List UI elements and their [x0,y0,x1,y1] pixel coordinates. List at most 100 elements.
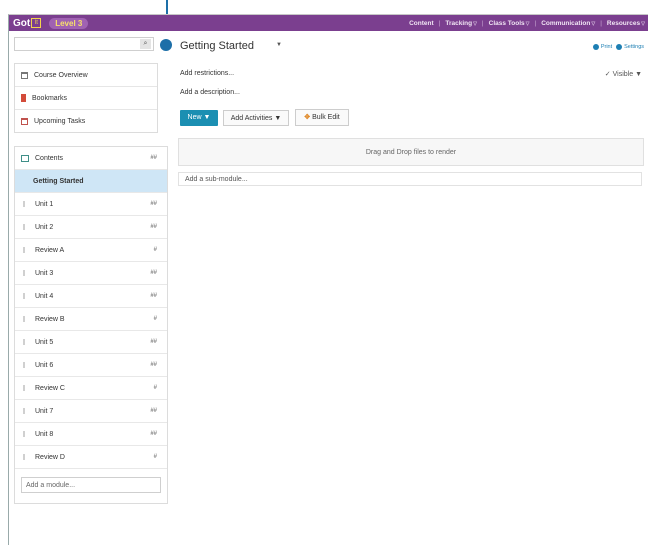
add-module-input[interactable]: Add a module... [21,477,161,493]
toc-item-count: ## [150,362,157,368]
drag-handle-icon[interactable] [23,454,25,460]
toc-item-label: Review B [35,315,65,323]
drag-handle-icon[interactable] [23,224,25,230]
drag-handle-icon[interactable] [23,247,25,253]
chevron-down-icon: ▽ [473,20,477,27]
toc-item-label: Unit 7 [35,407,54,415]
toc-item-label: Unit 2 [35,223,54,231]
bookmark-icon [21,94,26,102]
toc-header[interactable]: Contents ## [15,147,167,170]
logo-text: Got [13,17,31,29]
print-icon [592,44,599,50]
nav-separator: | [438,19,441,27]
level-badge[interactable]: Level 3 [49,17,89,29]
toc-item-count: # [153,385,157,391]
logo-mark: It [31,18,42,28]
chevron-down-icon: ▽ [591,20,596,27]
settings-icon [616,44,623,50]
nav-resources[interactable]: Resources▽ [607,20,645,27]
toc-item-getting-started[interactable]: Getting Started [15,170,167,193]
nav-class-tools-label: Class Tools [488,19,525,27]
add-sub-module-input[interactable]: Add a sub-module... [178,172,642,186]
toc-item[interactable]: Unit 1 ## [15,193,167,216]
toc-item-count: # [153,247,157,253]
toc-item[interactable]: Unit 8 ## [15,423,167,446]
toc-item-label: Getting Started [33,177,84,185]
toc-item-label: Unit 4 [35,292,54,300]
toc-item[interactable]: Unit 4 ## [15,285,167,308]
nav-links: Content | Tracking▽ | Class Tools▽ | Com… [409,15,645,31]
toc-item[interactable]: Review A # [15,239,167,262]
search-input[interactable]: ⌕ [14,37,154,51]
bulk-edit-icon: ✥ [304,114,311,121]
title-options-chevron-icon[interactable]: ▼ [276,42,282,48]
visibility-toggle[interactable]: ✓ Visible ▼ [605,70,642,78]
drag-handle-icon[interactable] [23,293,25,299]
toc-header-count: ## [150,155,157,161]
add-activities-label: Add Activities [230,115,273,122]
settings-link[interactable]: Settings [624,44,644,50]
page-title: Getting Started [180,40,254,52]
nav-class-tools[interactable]: Class Tools▽ [489,20,530,27]
toc-item-count: ## [150,339,157,345]
toc-item-count: # [153,454,157,460]
file-drop-zone[interactable]: Drag and Drop files to render [178,138,644,166]
add-description-link[interactable]: Add a description... [180,89,240,96]
nav-tracking-label: Tracking [445,19,473,27]
toc-item[interactable]: Unit 5 ## [15,331,167,354]
toc-item[interactable]: Unit 7 ## [15,400,167,423]
drag-handle-icon[interactable] [23,339,25,345]
contents-icon [21,154,29,162]
new-button[interactable]: New ▼ [180,110,218,126]
quick-link-label: Bookmarks [32,94,68,102]
add-restrictions-link[interactable]: Add restrictions... [180,70,234,77]
toc-item[interactable]: Review C # [15,377,167,400]
logo[interactable]: Got It [13,17,42,29]
chevron-down-icon: ▽ [525,20,530,27]
drag-handle-icon[interactable] [23,431,25,437]
toc-item[interactable]: Unit 2 ## [15,216,167,239]
bulk-edit-button[interactable]: ✥ Bulk Edit [295,109,349,126]
quick-link-label: Upcoming Tasks [34,117,86,125]
toc-item[interactable]: Unit 6 ## [15,354,167,377]
toc-item-label: Unit 1 [35,200,54,208]
nav-communication[interactable]: Communication▽ [541,20,595,27]
quick-link-upcoming-tasks[interactable]: Upcoming Tasks [15,110,157,132]
drag-handle-icon[interactable] [23,385,25,391]
calendar-icon [21,117,28,125]
chevron-down-icon: ▽ [641,20,645,27]
toc-item-count: ## [150,293,157,299]
callout-marker [160,39,172,51]
add-activities-button[interactable]: Add Activities ▼ [223,110,289,126]
drag-handle-icon[interactable] [23,201,25,207]
nav-content[interactable]: Content [409,20,434,27]
toc-item[interactable]: Unit 3 ## [15,262,167,285]
quick-link-bookmarks[interactable]: Bookmarks [15,87,157,110]
drag-handle-icon[interactable] [23,408,25,414]
toc-item[interactable]: Review D # [15,446,167,469]
toc-item-label: Unit 6 [35,361,54,369]
print-link[interactable]: Print [601,44,612,50]
toc-header-label: Contents [35,154,64,162]
page-actions: Print Settings [592,44,644,50]
top-navbar: Got It Level 3 Content | Tracking▽ | Cla… [9,15,648,31]
quick-link-course-overview[interactable]: Course Overview [15,64,157,87]
toc-item-count: ## [150,201,157,207]
toc-item-label: Review C [35,384,65,392]
toc-item-count: ## [150,431,157,437]
toc-item[interactable]: Review B # [15,308,167,331]
toc-item-count: ## [150,224,157,230]
nav-resources-label: Resources [606,19,641,27]
quick-link-label: Course Overview [34,71,88,79]
nav-separator: | [534,19,537,27]
toc-item-label: Review D [35,453,65,461]
search-icon[interactable]: ⌕ [140,39,151,49]
table-of-contents: Contents ## Getting Started Unit 1 ## Uni… [14,146,168,504]
new-button-label: New [187,114,202,121]
bulk-edit-label: Bulk Edit [312,114,340,121]
drag-handle-icon[interactable] [23,362,25,368]
drag-handle-icon[interactable] [23,316,25,322]
toc-item-label: Unit 5 [35,338,54,346]
drag-handle-icon[interactable] [23,270,25,276]
nav-tracking[interactable]: Tracking▽ [445,20,477,27]
